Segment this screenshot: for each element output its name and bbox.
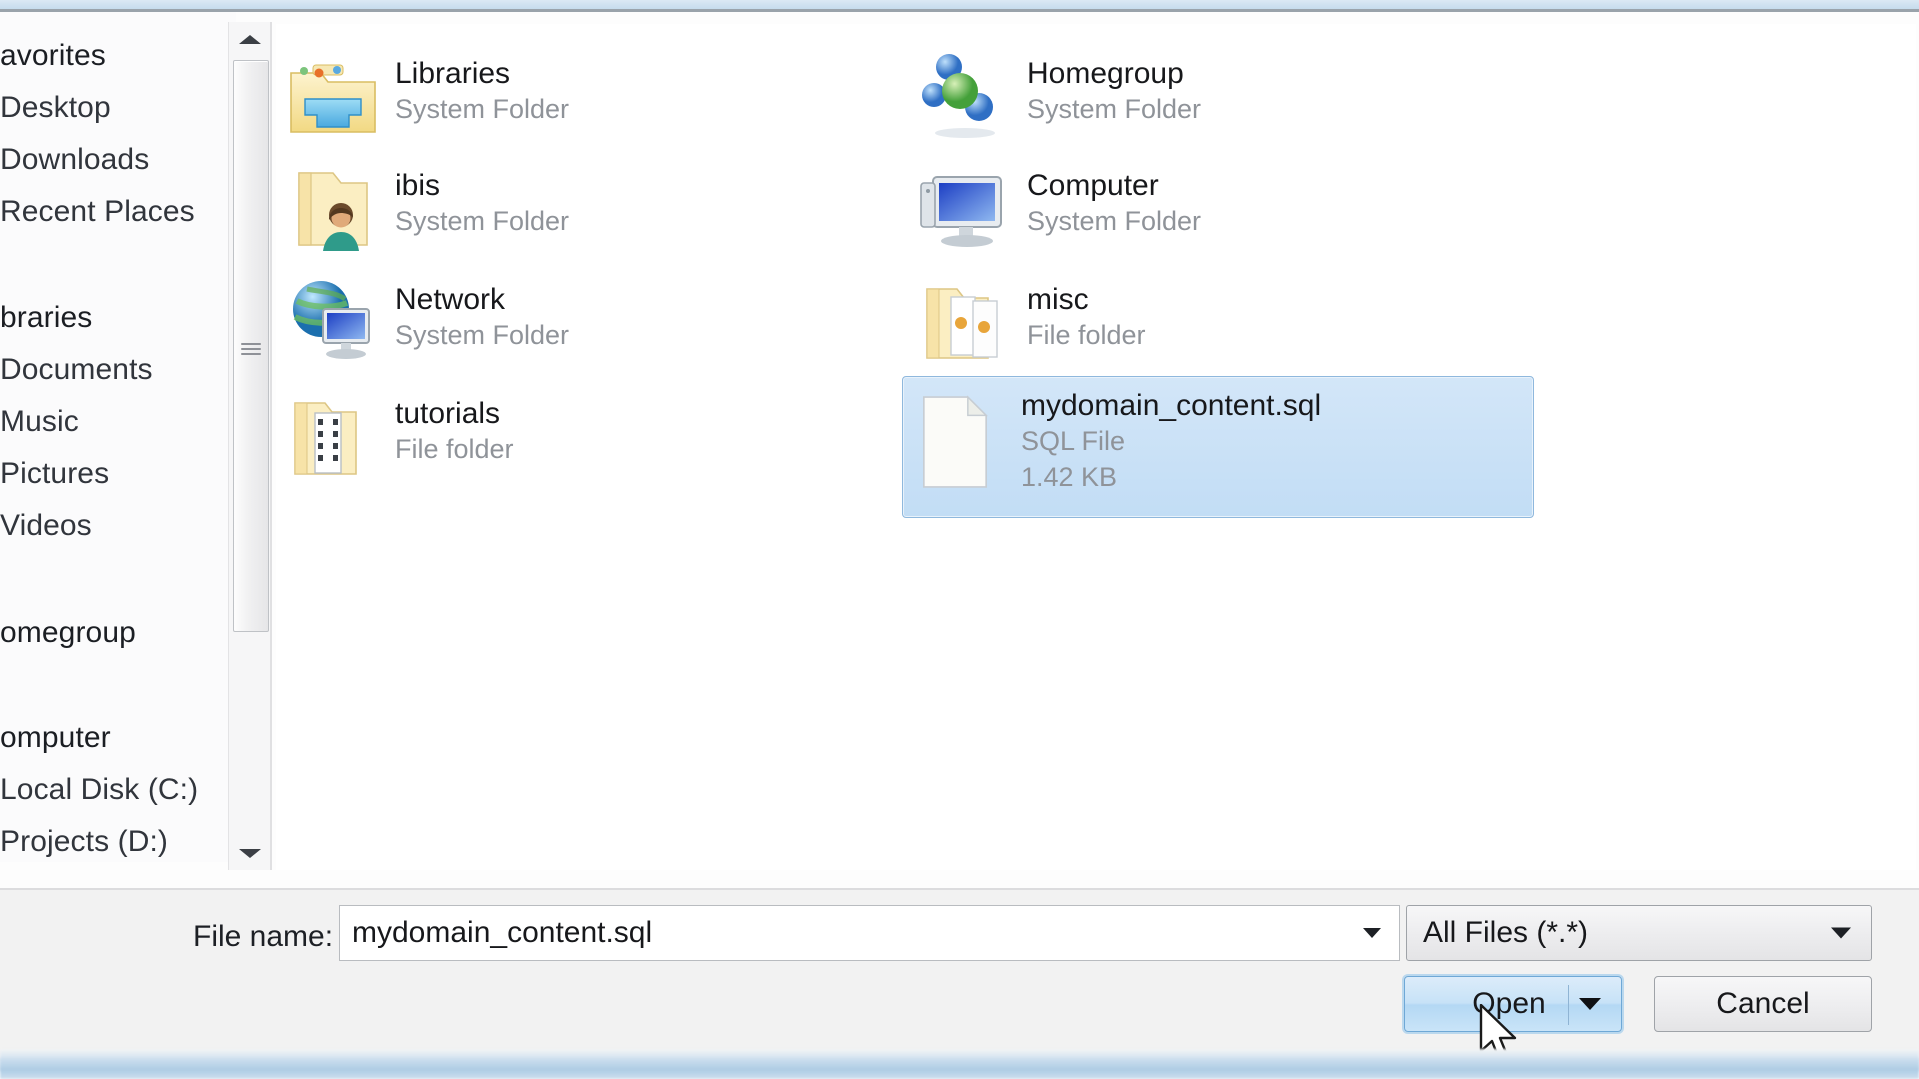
file-item-type: System Folder: [1027, 94, 1202, 124]
libraries-folder-icon: [285, 49, 381, 161]
file-item-type: System Folder: [395, 320, 570, 350]
file-item-type: File folder: [1027, 320, 1146, 350]
file-item-homegroup[interactable]: Homegroup System Folder: [908, 42, 1526, 170]
scroll-up-icon[interactable]: [229, 22, 271, 56]
nav-item-projects-d[interactable]: Projects (D:): [0, 816, 236, 862]
nav-header-favorites[interactable]: avorites: [0, 30, 236, 82]
file-item-type: System Folder: [395, 94, 570, 124]
nav-item-desktop[interactable]: Desktop: [0, 82, 236, 134]
nav-header-homegroup[interactable]: omegroup: [0, 607, 236, 659]
cancel-button[interactable]: Cancel: [1654, 976, 1872, 1032]
open-button-divider: [1568, 985, 1569, 1025]
navigation-pane[interactable]: avorites Desktop Downloads Recent Places…: [0, 12, 236, 862]
file-item-libraries[interactable]: Libraries System Folder: [276, 42, 894, 170]
file-item-type: System Folder: [1027, 206, 1202, 236]
network-icon: [285, 275, 381, 387]
file-item-tutorials[interactable]: tutorials File folder: [276, 382, 894, 510]
open-dropdown-chevron-icon[interactable]: [1579, 998, 1601, 1010]
open-button[interactable]: Open: [1404, 976, 1622, 1032]
file-type-filter-select[interactable]: All Files (*.*): [1406, 905, 1872, 961]
window-top-glass: [0, 0, 1919, 9]
taskbar-strip: [0, 1058, 1919, 1071]
user-folder-icon: [285, 161, 381, 273]
file-item-name: Libraries: [395, 57, 511, 90]
file-item-name: mydomain_content.sql: [1021, 389, 1322, 422]
file-item-mydomain-content-sql[interactable]: mydomain_content.sql SQL File 1.42 KB: [902, 376, 1534, 518]
navigation-scrollbar[interactable]: [228, 22, 271, 870]
file-item-name: misc: [1027, 283, 1089, 316]
file-item-network[interactable]: Network System Folder: [276, 268, 894, 396]
file-item-ibis[interactable]: ibis System Folder: [276, 154, 894, 282]
filename-input[interactable]: mydomain_content.sql: [339, 905, 1400, 961]
dialog-body: avorites Desktop Downloads Recent Places…: [0, 12, 1919, 1061]
file-open-dialog: avorites Desktop Downloads Recent Places…: [0, 0, 1919, 1079]
film-folder-icon: [285, 389, 381, 501]
computer-icon: [917, 161, 1013, 273]
homegroup-icon: [917, 49, 1013, 161]
pane-divider: [270, 22, 272, 870]
file-item-name: Computer: [1027, 169, 1159, 202]
file-type-filter-value: All Files (*.*): [1423, 916, 1589, 949]
nav-item-documents[interactable]: Documents: [0, 344, 236, 396]
cancel-button-label: Cancel: [1716, 987, 1810, 1020]
file-item-type: System Folder: [395, 206, 570, 236]
file-item-computer[interactable]: Computer System Folder: [908, 154, 1526, 282]
chevron-down-icon[interactable]: [1831, 927, 1851, 939]
nav-item-music[interactable]: Music: [0, 396, 236, 448]
filename-value: mydomain_content.sql: [352, 916, 653, 949]
file-item-type: File folder: [395, 434, 514, 464]
nav-item-recent-places[interactable]: Recent Places: [0, 186, 236, 238]
file-item-size: 1.42 KB: [1021, 462, 1118, 492]
chevron-down-icon[interactable]: [1363, 928, 1381, 938]
file-item-name: ibis: [395, 169, 441, 202]
documents-folder-icon: [917, 275, 1013, 387]
file-list[interactable]: Libraries System Folder Homegroup System…: [276, 24, 1916, 870]
nav-header-libraries[interactable]: braries: [0, 292, 236, 344]
nav-item-local-disk-c[interactable]: Local Disk (C:): [0, 764, 236, 816]
blank-document-icon: [911, 383, 1007, 509]
filename-label: File name:: [193, 920, 334, 953]
nav-item-downloads[interactable]: Downloads: [0, 134, 236, 186]
file-item-name: Network: [395, 283, 506, 316]
scroll-down-icon[interactable]: [229, 836, 271, 870]
nav-item-videos[interactable]: Videos: [0, 500, 236, 552]
file-item-name: tutorials: [395, 397, 501, 430]
open-button-label: Open: [1472, 987, 1546, 1020]
file-item-name: Homegroup: [1027, 57, 1184, 90]
nav-item-pictures[interactable]: Pictures: [0, 448, 236, 500]
file-item-type: SQL File: [1021, 426, 1126, 456]
scrollbar-thumb[interactable]: [233, 60, 269, 632]
scrollbar-grip-icon: [241, 340, 261, 355]
nav-header-computer[interactable]: omputer: [0, 712, 236, 764]
